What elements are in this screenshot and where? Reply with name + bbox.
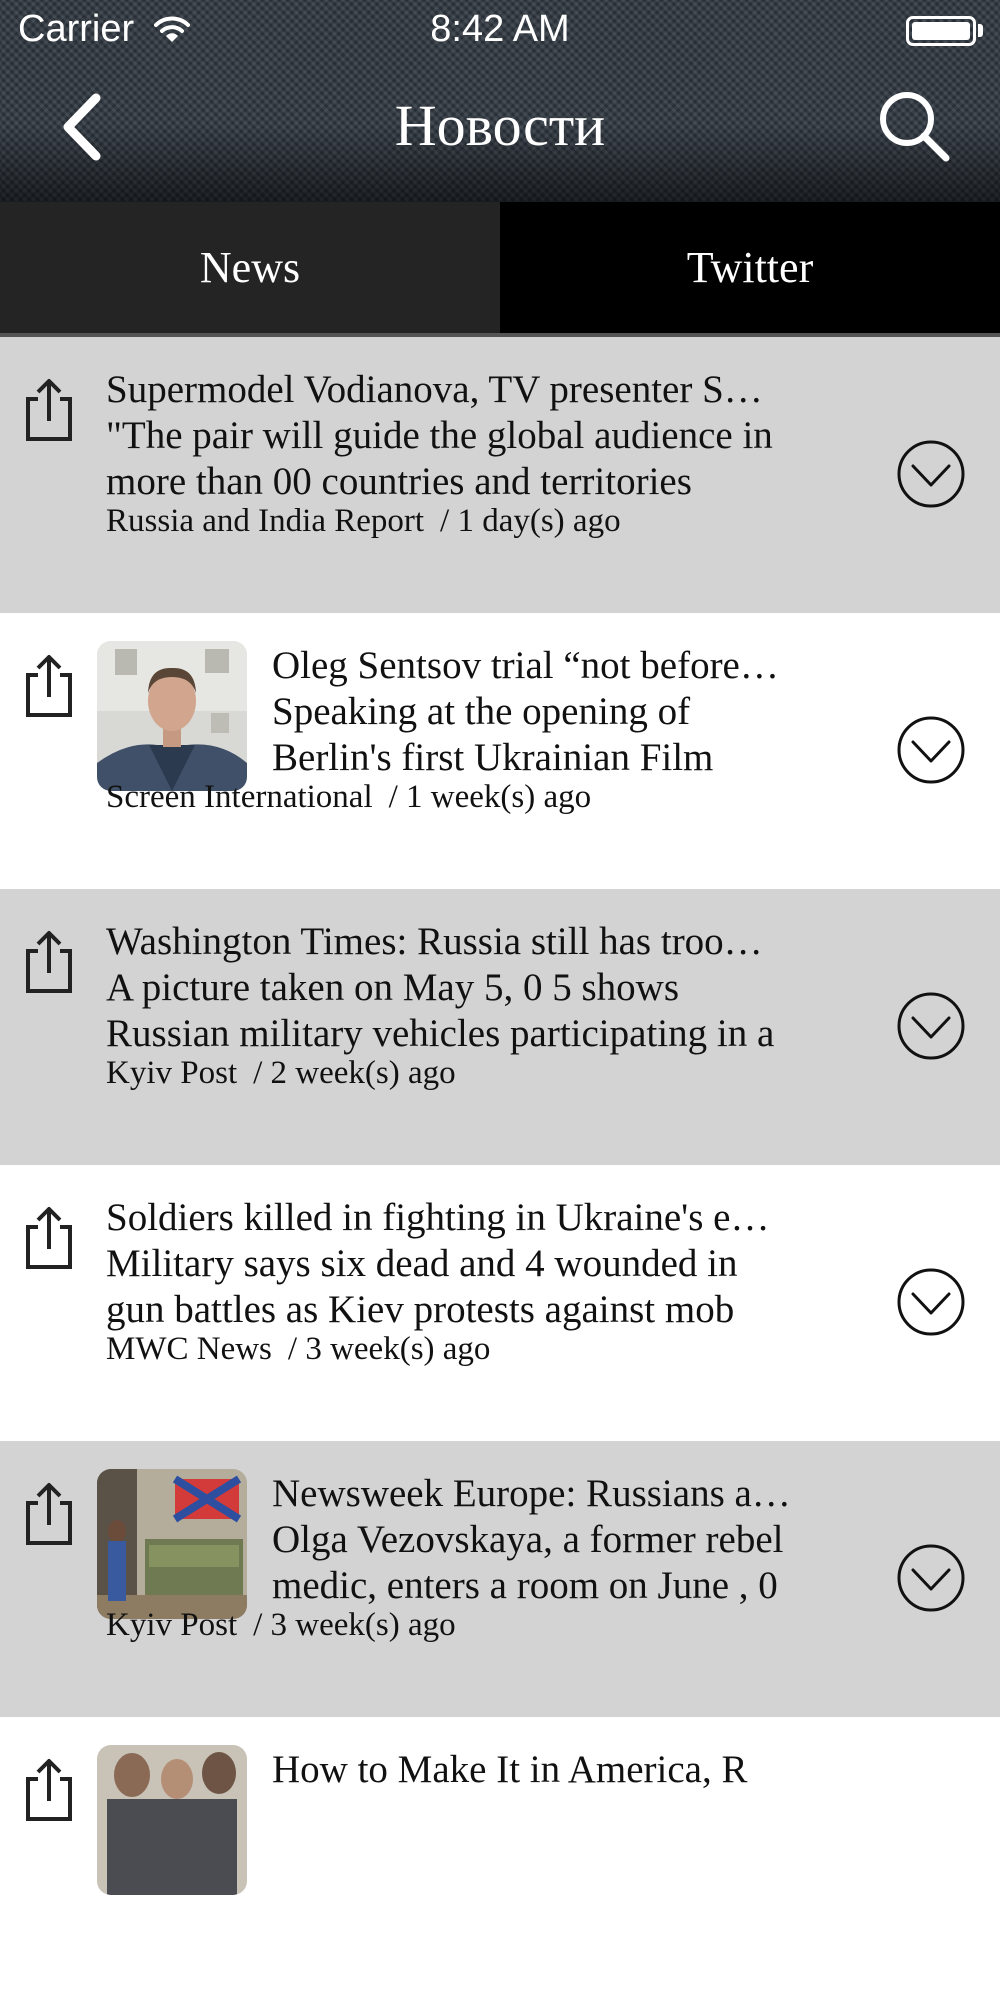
chevron-down-circle-icon[interactable] [896,715,966,785]
news-title: Washington Times: Russia still has troo… [106,920,763,963]
news-meta: Kyiv Post / 2 week(s) ago [106,1055,456,1092]
news-text: Oleg Sentsov trial “not before… Speaking… [272,643,870,781]
status-time: 8:42 AM [430,8,570,50]
news-text: Supermodel Vodianova, TV presenter S… "T… [106,367,870,505]
news-text: Newsweek Europe: Russians a… Olga Vezovs… [272,1471,870,1609]
news-summary: Russian military vehicles participating … [106,1012,775,1055]
chevron-down-circle-icon[interactable] [896,1267,966,1337]
tab-news[interactable]: News [0,202,500,333]
news-source: Screen International [106,779,373,815]
chevron-down-circle-icon[interactable] [896,1543,966,1613]
share-icon[interactable] [22,377,76,443]
news-summary: gun battles as Kiev protests against mob [106,1288,735,1331]
news-source: Kyiv Post [106,1607,238,1643]
news-meta: Screen International / 1 week(s) ago [106,779,591,816]
news-summary: A picture taken on May 5, 0 5 shows [106,966,680,1009]
news-thumbnail [97,1469,247,1619]
segmented-tabs: News Twitter [0,202,1000,333]
share-icon[interactable] [22,1205,76,1271]
news-age: / 1 week(s) ago [388,779,592,815]
battery-icon [906,16,976,46]
chevron-down-circle-icon[interactable] [896,439,966,509]
news-summary: Military says six dead and 4 wounded in [106,1242,738,1285]
news-title: How to Make It in America, R [272,1748,748,1791]
news-source: Russia and India Report [106,503,425,539]
tab-twitter[interactable]: Twitter [500,202,1000,333]
news-age: / 3 week(s) ago [287,1331,491,1367]
news-summary: medic, enters a room on June , 0 [272,1564,778,1607]
news-age: / 1 day(s) ago [440,503,621,539]
share-icon[interactable] [22,653,76,719]
news-text: How to Make It in America, R [272,1747,870,1793]
news-text: Soldiers killed in fighting in Ukraine's… [106,1195,870,1333]
news-item[interactable]: Supermodel Vodianova, TV presenter S… "T… [0,337,1000,613]
news-meta: Russia and India Report / 1 day(s) ago [106,503,621,540]
news-list: Supermodel Vodianova, TV presenter S… "T… [0,337,1000,1993]
news-thumbnail [97,641,247,791]
news-item[interactable]: Newsweek Europe: Russians a… Olga Vezovs… [0,1441,1000,1717]
search-button[interactable] [876,88,952,164]
news-source: Kyiv Post [106,1055,238,1091]
news-item[interactable]: Soldiers killed in fighting in Ukraine's… [0,1165,1000,1441]
news-summary: "The pair will guide the global audience… [106,414,773,457]
news-title: Soldiers killed in fighting in Ukraine's… [106,1196,770,1239]
news-item[interactable]: How to Make It in America, R [0,1717,1000,1993]
news-item[interactable]: Washington Times: Russia still has troo…… [0,889,1000,1165]
news-age: / 3 week(s) ago [253,1607,456,1643]
news-item[interactable]: Oleg Sentsov trial “not before… Speaking… [0,613,1000,889]
news-thumbnail [97,1745,247,1895]
news-age: / 2 week(s) ago [253,1055,456,1091]
news-meta: Kyiv Post / 3 week(s) ago [106,1607,456,1644]
news-source: MWC News [106,1331,272,1367]
page-title: Новости [394,93,606,158]
top-bar: Carrier 8:42 AM Новости [0,0,1000,202]
chevron-down-circle-icon[interactable] [896,991,966,1061]
news-title: Supermodel Vodianova, TV presenter S… [106,368,763,411]
news-summary: Berlin's first Ukrainian Film [272,736,714,779]
news-summary: Olga Vezovskaya, a former rebel [272,1518,784,1561]
news-summary: Speaking at the opening of [272,690,691,733]
news-summary: more than 00 countries and territories [106,460,692,503]
news-title: Newsweek Europe: Russians a… [272,1472,791,1515]
news-text: Washington Times: Russia still has troo…… [106,919,870,1057]
share-icon[interactable] [22,929,76,995]
share-icon[interactable] [22,1757,76,1823]
battery-tip [978,24,983,37]
news-meta: MWC News / 3 week(s) ago [106,1331,490,1368]
share-icon[interactable] [22,1481,76,1547]
news-title: Oleg Sentsov trial “not before… [272,644,779,687]
status-bar: Carrier 8:42 AM [0,0,1000,64]
